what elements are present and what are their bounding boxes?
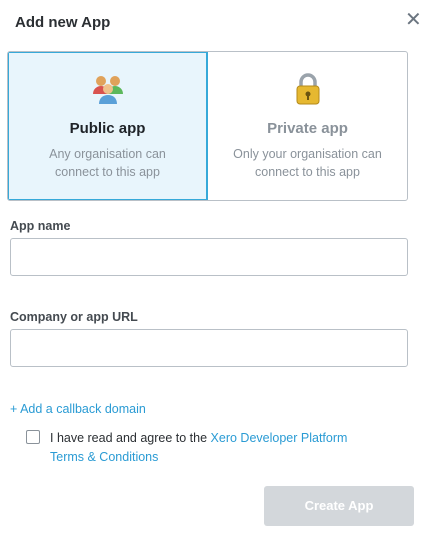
create-app-button[interactable]: Create App	[264, 486, 414, 526]
public-app-label: Public app	[69, 120, 146, 137]
public-app-desc-line2: connect to this app	[55, 165, 160, 179]
agree-text-prefix: I have read and agree to the	[50, 431, 211, 445]
users-group-icon	[92, 76, 123, 104]
public-app-option[interactable]: Public app Any organisation can connect …	[8, 52, 208, 200]
app-type-selector: Public app Any organisation can connect …	[7, 51, 408, 201]
padlock-icon	[296, 73, 319, 105]
company-url-input[interactable]	[10, 329, 408, 367]
app-name-label: App name	[10, 219, 71, 233]
app-name-input[interactable]	[10, 238, 408, 276]
private-app-description: Only your organisation can connect to th…	[208, 145, 407, 181]
dialog-title: Add new App	[15, 14, 111, 31]
private-app-label: Private app	[267, 120, 348, 137]
terms-link-part2[interactable]: Terms & Conditions	[50, 450, 158, 464]
company-url-label: Company or app URL	[10, 310, 138, 324]
private-app-desc-line2: connect to this app	[255, 165, 360, 179]
agree-text: I have read and agree to the Xero Develo…	[50, 429, 410, 467]
private-app-desc-line1: Only your organisation can	[233, 147, 382, 161]
close-icon[interactable]: ✕	[405, 10, 422, 30]
add-callback-domain-link[interactable]: + Add a callback domain	[10, 402, 146, 416]
private-app-option[interactable]: Private app Only your organisation can c…	[208, 52, 407, 200]
public-app-desc-line1: Any organisation can	[49, 147, 166, 161]
terms-link-part1[interactable]: Xero Developer Platform	[211, 431, 348, 445]
agree-checkbox[interactable]	[26, 430, 40, 444]
public-app-description: Any organisation can connect to this app	[8, 145, 207, 181]
